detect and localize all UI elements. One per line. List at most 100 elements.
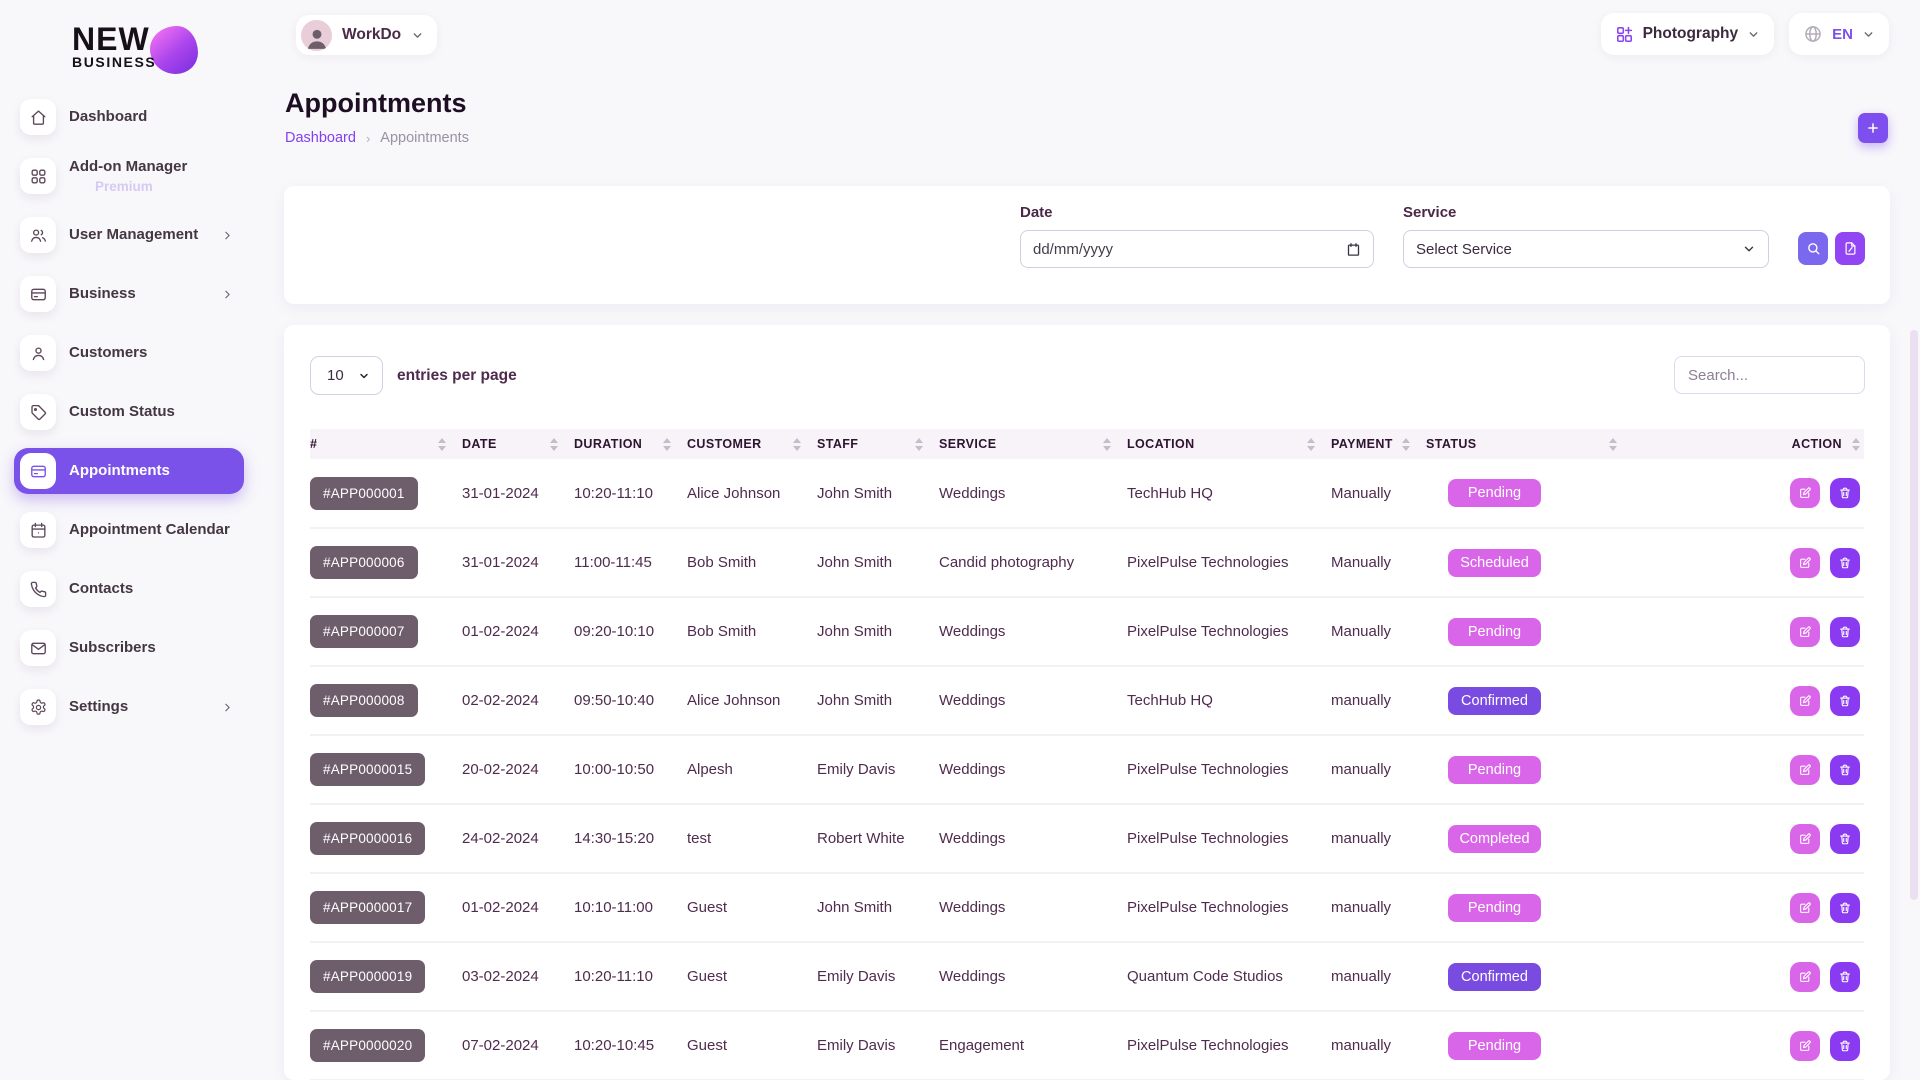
chevron-down-icon: [358, 370, 370, 382]
table-row: #APP000002007-02-202410:20-10:45GuestEmi…: [310, 1011, 1864, 1080]
brand-logo: NEW BUSINESS: [72, 24, 202, 70]
sidebar-item-settings[interactable]: Settings: [14, 684, 244, 730]
delete-button[interactable]: [1830, 686, 1860, 716]
sort-icon[interactable]: [1402, 438, 1410, 451]
staff-cell: Emily Davis: [817, 942, 939, 1011]
edit-button[interactable]: [1790, 755, 1820, 785]
edit-button[interactable]: [1790, 548, 1820, 578]
table-row: #APP000001624-02-202414:30-15:20testRobe…: [310, 804, 1864, 873]
staff-cell: John Smith: [817, 597, 939, 666]
location-cell: PixelPulse Technologies: [1127, 735, 1331, 804]
delete-button[interactable]: [1830, 1031, 1860, 1061]
sort-icon[interactable]: [1852, 438, 1860, 451]
appointment-id-badge: #APP0000015: [310, 753, 425, 786]
delete-button[interactable]: [1830, 617, 1860, 647]
workspace-switcher[interactable]: Photography: [1601, 13, 1775, 55]
edit-button[interactable]: [1790, 478, 1820, 508]
column-header-duration[interactable]: DURATION: [574, 429, 687, 459]
calendar-icon[interactable]: [1346, 242, 1361, 257]
edit-button[interactable]: [1790, 893, 1820, 923]
delete-button[interactable]: [1830, 548, 1860, 578]
column-header-label: SERVICE: [939, 437, 996, 451]
edit-button[interactable]: [1790, 686, 1820, 716]
credit-card-icon: [20, 276, 56, 312]
sort-icon[interactable]: [1609, 438, 1617, 451]
date-cell: 31-01-2024: [462, 459, 574, 528]
sort-icon[interactable]: [438, 438, 446, 451]
staff-cell: Emily Davis: [817, 1011, 939, 1080]
entries-per-page-select[interactable]: 10: [310, 356, 383, 395]
column-header-staff[interactable]: STAFF: [817, 429, 939, 459]
edit-button[interactable]: [1790, 617, 1820, 647]
apply-filter-button[interactable]: [1798, 232, 1828, 265]
sort-icon[interactable]: [793, 438, 801, 451]
sidebar-item-add-on-manager[interactable]: Add-on ManagerPremium: [14, 153, 244, 199]
status-badge: Pending: [1448, 756, 1541, 784]
location-cell: PixelPulse Technologies: [1127, 597, 1331, 666]
breadcrumb-current: Appointments: [380, 130, 469, 146]
staff-cell: John Smith: [817, 459, 939, 528]
breadcrumb-dashboard-link[interactable]: Dashboard: [285, 130, 356, 146]
plus-icon: [1866, 121, 1880, 135]
sidebar-item-label: Appointment Calendar: [69, 521, 230, 539]
appointments-table: #DATEDURATIONCUSTOMERSTAFF SERVICE LOCATIO…: [310, 429, 1864, 1080]
column-header-date[interactable]: DATE: [462, 429, 574, 459]
reset-filter-button[interactable]: [1835, 232, 1865, 265]
column-header-service[interactable]: SERVICE: [939, 429, 1127, 459]
delete-button[interactable]: [1830, 962, 1860, 992]
sidebar-item-appointment-calendar[interactable]: Appointment Calendar: [14, 507, 244, 553]
column-header-customer[interactable]: CUSTOMER: [687, 429, 817, 459]
add-appointment-button[interactable]: [1858, 113, 1888, 143]
sidebar-item-label: Custom Status: [69, 403, 175, 421]
column-header-action[interactable]: ACTION: [1633, 429, 1864, 459]
sidebar-item-dashboard[interactable]: Dashboard: [14, 94, 244, 140]
sidebar-item-customers[interactable]: Customers: [14, 330, 244, 376]
language-switcher[interactable]: EN: [1789, 13, 1889, 55]
staff-cell: Emily Davis: [817, 735, 939, 804]
home-icon: [20, 99, 56, 135]
delete-button[interactable]: [1830, 755, 1860, 785]
sort-icon[interactable]: [663, 438, 671, 451]
delete-button[interactable]: [1830, 824, 1860, 854]
column-header-label: STAFF: [817, 437, 858, 451]
column-header-location[interactable]: LOCATION: [1127, 429, 1331, 459]
sidebar-item-custom-status[interactable]: Custom Status: [14, 389, 244, 435]
edit-button[interactable]: [1790, 824, 1820, 854]
table-row: #APP000001903-02-202410:20-11:10GuestEmi…: [310, 942, 1864, 1011]
sidebar-item-contacts[interactable]: Contacts: [14, 566, 244, 612]
sidebar-item-business[interactable]: Business: [14, 271, 244, 317]
user-menu-button[interactable]: WorkDo: [296, 15, 437, 55]
mail-icon: [20, 630, 56, 666]
delete-button[interactable]: [1830, 478, 1860, 508]
delete-button[interactable]: [1830, 893, 1860, 923]
column-header-payment[interactable]: PAYMENT: [1331, 429, 1426, 459]
column-header--[interactable]: #: [310, 429, 462, 459]
payment-cell: manually: [1331, 804, 1426, 873]
column-header-status[interactable]: STATUS: [1426, 429, 1633, 459]
chevron-down-icon: [1862, 28, 1875, 41]
date-input[interactable]: dd/mm/yyyy: [1020, 230, 1374, 268]
chevron-right-icon: [221, 229, 234, 242]
sort-icon[interactable]: [550, 438, 558, 451]
sidebar-item-subscribers[interactable]: Subscribers: [14, 625, 244, 671]
payment-cell: manually: [1331, 735, 1426, 804]
sort-icon[interactable]: [915, 438, 923, 451]
sidebar-item-user-management[interactable]: User Management: [14, 212, 244, 258]
table-search-input[interactable]: [1674, 356, 1865, 394]
location-cell: Quantum Code Studios: [1127, 942, 1331, 1011]
edit-button[interactable]: [1790, 962, 1820, 992]
sidebar-item-appointments[interactable]: Appointments: [14, 448, 244, 494]
edit-button[interactable]: [1790, 1031, 1820, 1061]
chevron-right-icon: [221, 288, 234, 301]
sidebar-nav: Dashboard Add-on ManagerPremium User Manag…: [14, 94, 244, 743]
service-cell: Weddings: [939, 459, 1127, 528]
sidebar-item-label: User Management: [69, 226, 198, 244]
page-scrollbar[interactable]: [1910, 330, 1918, 900]
sort-icon[interactable]: [1307, 438, 1315, 451]
staff-cell: John Smith: [817, 873, 939, 942]
column-header-label: STATUS: [1426, 437, 1477, 451]
user-avatar: [301, 20, 332, 51]
chevron-right-icon: [221, 701, 234, 714]
service-select[interactable]: Select Service: [1403, 230, 1769, 268]
sort-icon[interactable]: [1103, 438, 1111, 451]
